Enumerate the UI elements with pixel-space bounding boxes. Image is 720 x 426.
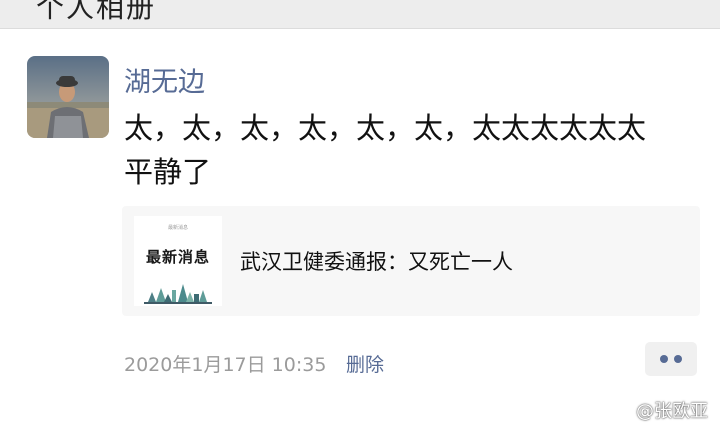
delete-button[interactable]: 删除	[346, 350, 384, 377]
thumbnail-caption: 最新消息	[167, 225, 188, 231]
weibo-logo-icon	[612, 405, 631, 420]
page-title: 个人相册	[36, 0, 157, 24]
more-actions-button[interactable]	[645, 342, 697, 376]
avatar[interactable]	[27, 56, 109, 138]
watermark: @张欧亚	[612, 397, 708, 423]
avatar-photo	[27, 56, 109, 138]
article-title: 武汉卫健委通报：又死亡一人	[240, 250, 513, 274]
watermark-text: @张欧亚	[636, 401, 708, 422]
author-name[interactable]: 湖无边	[124, 60, 205, 99]
more-dot-icon	[660, 355, 668, 363]
skyline-illustration	[144, 284, 212, 304]
post-timestamp: 2020年1月17日 10:35	[124, 354, 327, 376]
post-text: 太，太，太，太，太，太，太太太太太太 平静了	[124, 111, 647, 189]
shared-article-card[interactable]: 最新消息 最新消息 武汉卫健委通报：又死亡一人	[122, 206, 700, 316]
article-thumbnail: 最新消息 最新消息	[134, 216, 222, 306]
top-bar: 个人相册	[0, 0, 720, 29]
more-dot-icon	[674, 355, 682, 363]
thumbnail-title: 最新消息	[145, 248, 210, 266]
